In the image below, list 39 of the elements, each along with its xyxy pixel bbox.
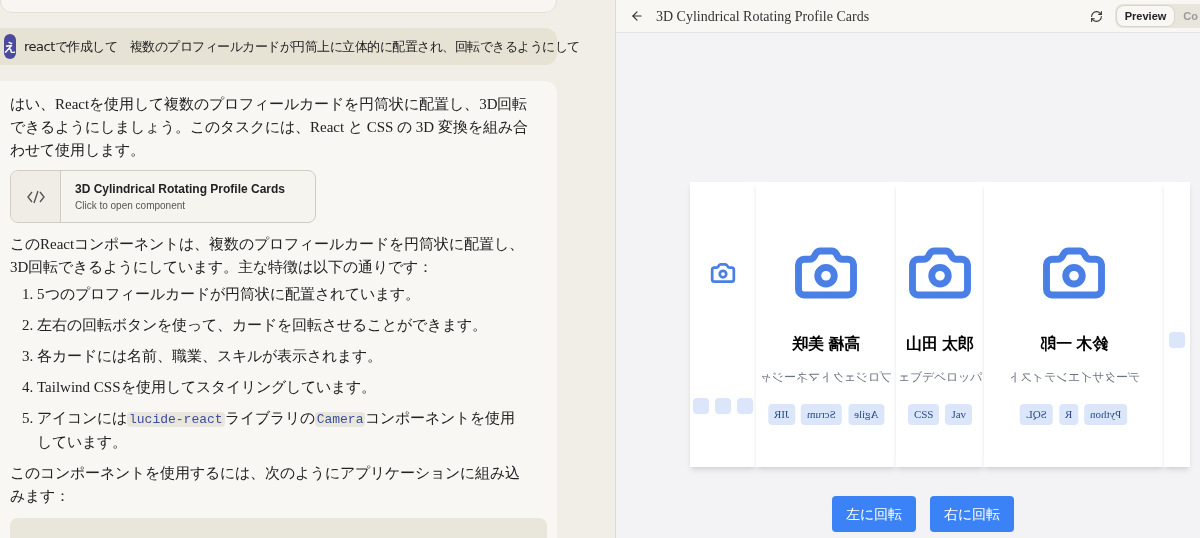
- response-text: このReactコンポーネントは、複数のプロフィールカードを円筒状に配置し、3D回転できるようにしています。主な特徴は以下の通りです：: [10, 235, 526, 277]
- view-tab[interactable]: Preview: [1115, 5, 1176, 27]
- artifact-title: 3D Cylindrical Rotating Profile Cards: [75, 181, 286, 198]
- artifact-card[interactable]: 3D Cylindrical Rotating Profile Cards Click to open component: [10, 170, 316, 223]
- rotate-button[interactable]: 右に回転: [930, 496, 1014, 532]
- profile-role: プロジェクトマネージャ: [760, 369, 892, 386]
- skill-tag: [1169, 332, 1185, 348]
- skill-tag: Python: [1084, 404, 1128, 425]
- profile-name: 高橋 美咲: [792, 334, 860, 354]
- list-item: 2. 左右の回転ボタンを使って、カードを回転させることができます。: [21, 316, 488, 335]
- profile-role: データサイエンティスト: [1008, 369, 1140, 386]
- rotate-button[interactable]: 左に回転: [832, 496, 916, 532]
- skill-tag: Jav: [945, 404, 973, 425]
- list-item: 5. アイコンには lucide-react ライブラリのCamera コンポーネントを使用しています。: [21, 409, 517, 452]
- code-icon: [26, 189, 45, 204]
- skill-tag: Scrum: [801, 404, 842, 425]
- skill-tag: [737, 398, 753, 414]
- skill-tag: Agile: [847, 404, 885, 425]
- window-title: 3D Cylindrical Rotating Profile Cards: [656, 7, 870, 26]
- list-item: 4. Tailwind CSSを使用してスタイリングしています。: [21, 378, 377, 397]
- response-text: はい、Reactを使用して複数のプロフィールカードを円筒状に配置し、3D回転できるようにしましょう。このタスクには、React と CSS の 3D 変換を組み合わせて使用します。: [10, 95, 529, 160]
- skill-tag: JIR: [767, 404, 796, 425]
- skill-tag: [715, 398, 731, 414]
- skill-tag: SQL: [1020, 404, 1054, 425]
- skill-tag: CSS: [907, 404, 940, 425]
- response-text: このコンポーネントを使用するには、次のようにアプリケーションに組み込みます：: [10, 464, 521, 506]
- skill-tag: R: [1059, 404, 1079, 425]
- profile-role: ェブデベロッパ: [898, 369, 982, 386]
- user-avatar: え: [4, 34, 16, 60]
- message-text: reactで作成して 複数のプロフィールカードが円筒上に立体的に配置され、回転できるようにして: [24, 37, 580, 56]
- refresh-icon[interactable]: [1089, 9, 1103, 23]
- skill-tag: [693, 398, 709, 414]
- list-item: 1. 5つのプロフィールカードが円筒状に配置されています。: [21, 285, 421, 304]
- artifact-subtitle: Click to open component: [75, 199, 187, 213]
- profile-name: 山田 太郎: [906, 334, 974, 354]
- list-item: 3. 各カードには名前、職業、スキルが表示されます。: [21, 347, 383, 366]
- profile-name: 鈴木 一郎: [1040, 334, 1108, 354]
- view-tab[interactable]: Co: [1175, 5, 1200, 27]
- back-icon[interactable]: [630, 9, 644, 23]
